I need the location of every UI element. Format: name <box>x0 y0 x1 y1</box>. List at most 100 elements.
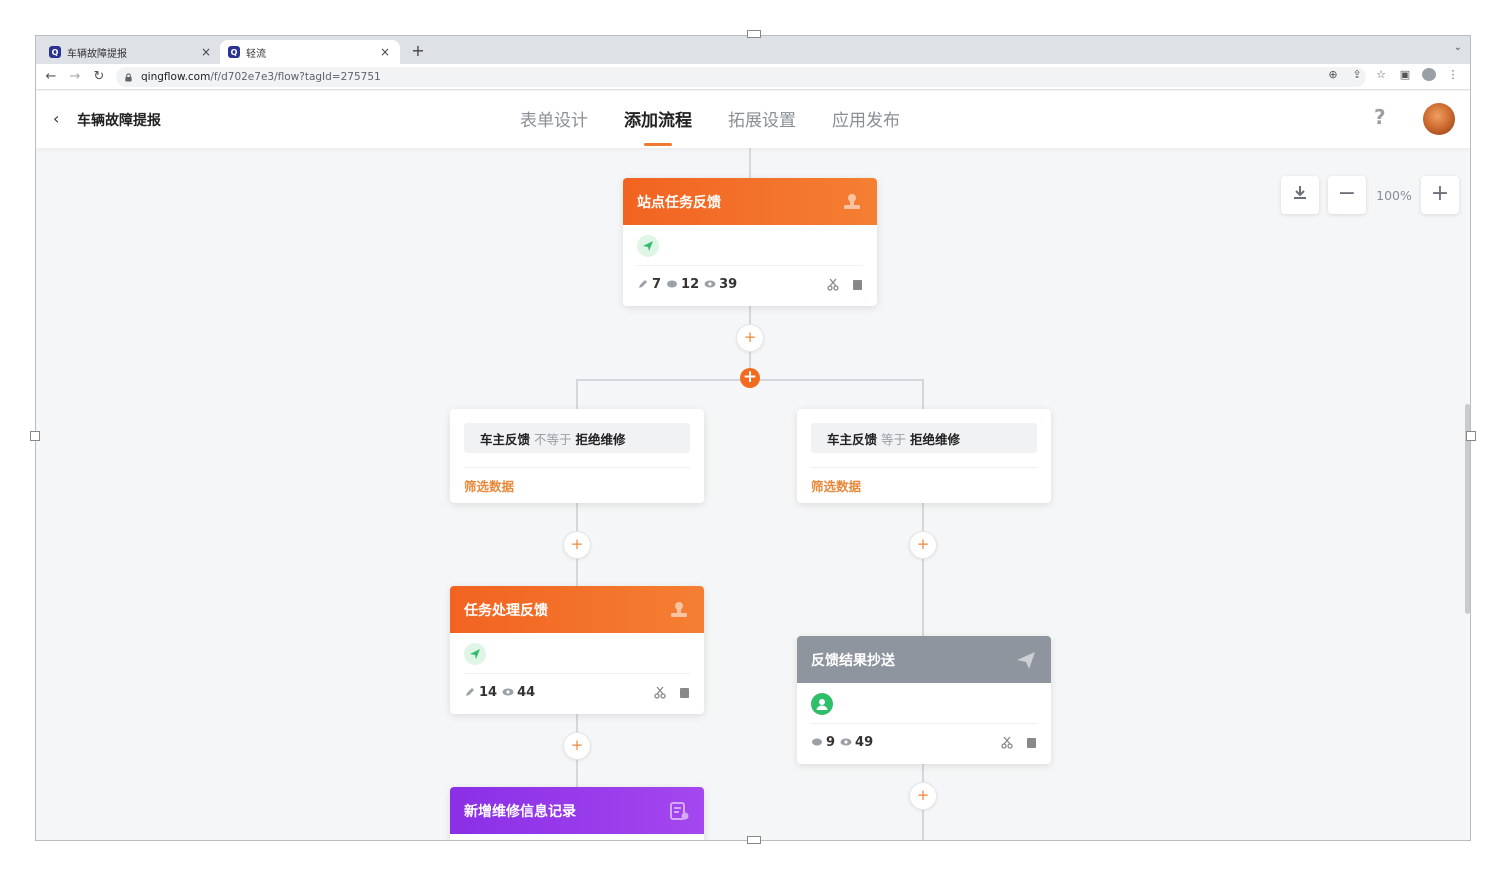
scissors-icon[interactable] <box>827 278 839 291</box>
url-path: /f/d702e7e3/flow?tagId=275751 <box>210 71 381 83</box>
copy-icon[interactable] <box>1025 736 1037 749</box>
zoom-in-button[interactable]: + <box>1421 176 1459 214</box>
add-branch-button[interactable]: + <box>740 368 760 388</box>
reload-icon[interactable]: ↻ <box>90 68 108 86</box>
node-title: 站点任务反馈 <box>637 194 721 211</box>
condition-operator: 等于 <box>881 431 907 447</box>
tab-strip: Q 车辆故障提报 × Q 轻流 × + ⌄ <box>36 36 1470 64</box>
browser-window: Q 车辆故障提报 × Q 轻流 × + ⌄ ← → ↻ qingflow.com… <box>35 35 1471 841</box>
share-icon[interactable]: ⇪ <box>1350 68 1364 84</box>
branch-condition-right[interactable]: 车主反馈 等于 拒绝维修 筛选数据 <box>797 409 1051 503</box>
flow-node-task-feedback[interactable]: 任务处理反馈 14 44 <box>450 586 704 714</box>
submit-plane-icon <box>464 643 486 665</box>
bookmark-star-icon[interactable]: ☆ <box>1374 68 1388 84</box>
filter-data-link[interactable]: 筛选数据 <box>464 476 690 495</box>
condition-expression: 车主反馈 等于 拒绝维修 <box>811 423 1037 453</box>
zoom-lens-icon[interactable]: ⊕ <box>1326 68 1340 84</box>
resize-handle-top[interactable] <box>747 30 761 38</box>
zoom-level: 100% <box>1376 188 1412 203</box>
user-avatar[interactable] <box>1423 103 1455 135</box>
back-chevron-icon[interactable]: ‹ <box>53 109 59 128</box>
new-tab-button[interactable]: + <box>408 41 428 61</box>
resize-handle-right[interactable] <box>1466 431 1476 441</box>
tab-vehicle-fault[interactable]: Q 车辆故障提报 × <box>41 40 221 64</box>
flow-node-new-record[interactable]: 新增维修信息记录 <box>450 787 704 840</box>
tab-add-flow[interactable]: 添加流程 <box>624 106 692 146</box>
tab-form-design[interactable]: 表单设计 <box>520 106 588 146</box>
profile-icon[interactable] <box>1422 68 1436 84</box>
view-count: 49 <box>855 734 874 750</box>
paper-plane-icon <box>1017 651 1035 669</box>
edit-count: 7 <box>652 276 662 292</box>
connector <box>922 503 924 638</box>
condition-value: 拒绝维修 <box>910 431 961 447</box>
branch-condition-left[interactable]: 车主反馈 不等于 拒绝维修 筛选数据 <box>450 409 704 503</box>
comment-icon <box>667 280 678 288</box>
flow-node-cc-result[interactable]: 反馈结果抄送 9 49 <box>797 636 1051 764</box>
scissors-icon[interactable] <box>1001 736 1013 749</box>
help-icon[interactable]: ? <box>1374 105 1386 129</box>
add-node-button[interactable]: + <box>563 732 591 760</box>
view-count: 39 <box>719 276 738 292</box>
condition-operator: 不等于 <box>534 431 572 447</box>
connector <box>922 379 924 409</box>
eye-icon <box>502 688 514 696</box>
condition-field: 车主反馈 <box>827 431 878 447</box>
condition-field: 车主反馈 <box>480 431 531 447</box>
edit-count: 14 <box>479 684 498 700</box>
node-title: 任务处理反馈 <box>464 602 548 619</box>
sidepanel-icon[interactable]: ▣ <box>1398 68 1412 84</box>
eye-icon <box>704 280 716 288</box>
tab-title: 轻流 <box>246 48 266 60</box>
comment-icon <box>812 738 822 746</box>
tab-app-publish[interactable]: 应用发布 <box>832 106 900 146</box>
back-arrow-icon[interactable]: ← <box>42 68 60 86</box>
comment-count: 9 <box>826 734 836 750</box>
forward-arrow-icon[interactable]: → <box>66 68 84 86</box>
close-tab-icon[interactable]: × <box>199 45 213 59</box>
browser-toolbar: ← → ↻ qingflow.com/f/d702e7e3/flow?tagId… <box>36 64 1470 90</box>
qingflow-favicon-icon: Q <box>228 46 240 58</box>
node-title: 新增维修信息记录 <box>464 803 576 820</box>
add-node-button[interactable]: + <box>909 531 937 559</box>
scissors-icon[interactable] <box>654 686 666 699</box>
connector <box>749 148 751 178</box>
stamp-icon <box>844 193 860 209</box>
tab-search-chevron-icon[interactable]: ⌄ <box>1454 42 1462 53</box>
address-bar[interactable]: qingflow.com/f/d702e7e3/flow?tagId=27575… <box>116 67 1366 87</box>
connector <box>576 379 578 409</box>
close-tab-icon[interactable]: × <box>378 45 392 59</box>
url-host: qingflow.com <box>141 71 211 83</box>
add-node-button[interactable]: + <box>909 782 937 810</box>
app-title: 车辆故障提报 <box>77 113 161 129</box>
resize-handle-bottom[interactable] <box>747 836 761 844</box>
tab-title: 车辆故障提报 <box>67 48 127 60</box>
eye-icon <box>840 738 852 746</box>
tab-extension-settings[interactable]: 拓展设置 <box>728 106 796 146</box>
edit-icon <box>466 688 474 696</box>
condition-expression: 车主反馈 不等于 拒绝维修 <box>464 423 690 453</box>
stamp-icon <box>671 601 687 617</box>
view-count: 44 <box>517 684 536 700</box>
form-icon <box>670 801 689 820</box>
resize-handle-left[interactable] <box>30 431 40 441</box>
download-icon[interactable] <box>1281 176 1319 214</box>
designer-tabs: 表单设计 添加流程 拓展设置 应用发布 <box>520 106 900 146</box>
add-node-button[interactable]: + <box>563 531 591 559</box>
comment-count: 12 <box>681 276 700 292</box>
edit-icon <box>639 280 647 288</box>
copy-icon[interactable] <box>678 686 690 699</box>
submit-plane-icon <box>637 235 659 257</box>
zoom-out-button[interactable]: − <box>1328 176 1366 214</box>
flow-node-station-feedback[interactable]: 站点任务反馈 7 12 39 <box>623 178 877 306</box>
condition-value: 拒绝维修 <box>575 431 626 447</box>
tab-qingflow[interactable]: Q 轻流 × <box>220 40 400 64</box>
more-menu-icon[interactable]: ⋮ <box>1446 68 1460 84</box>
copy-icon[interactable] <box>851 278 863 291</box>
filter-data-link[interactable]: 筛选数据 <box>811 476 1037 495</box>
user-icon <box>811 693 833 715</box>
add-node-button[interactable]: + <box>736 324 764 352</box>
flow-canvas[interactable]: 站点任务反馈 7 12 39 + + 车主反馈 不等于 拒绝维修 筛选数据 车主… <box>36 148 1470 840</box>
node-title: 反馈结果抄送 <box>811 652 895 669</box>
qingflow-favicon-icon: Q <box>49 46 61 58</box>
